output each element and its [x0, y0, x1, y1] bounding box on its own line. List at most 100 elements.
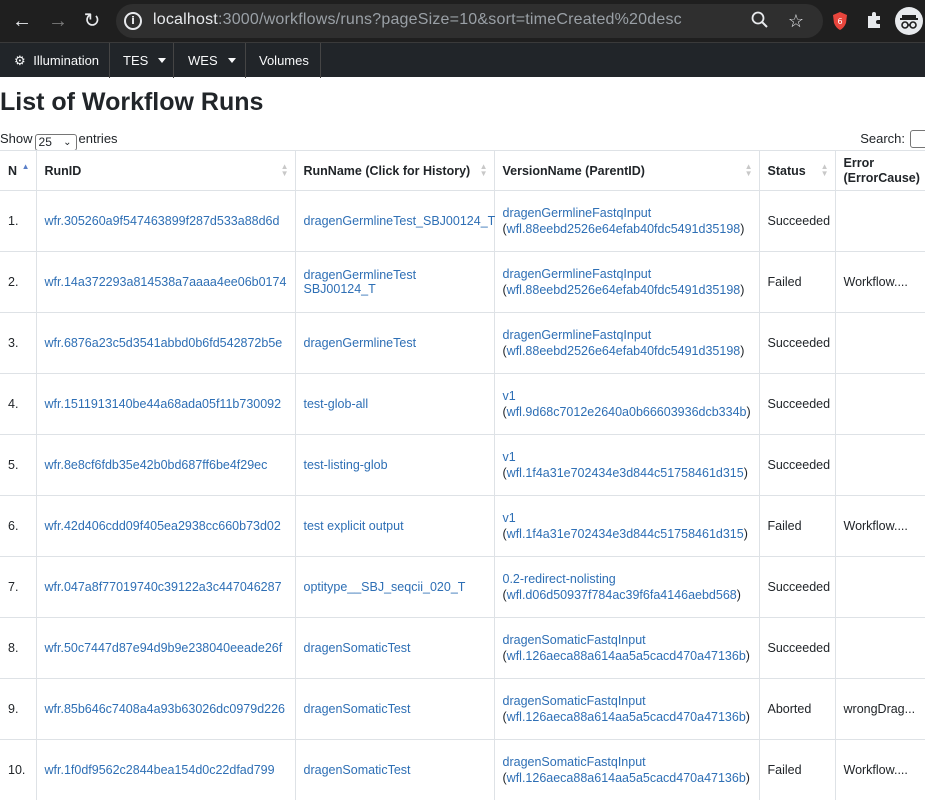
run-name-link[interactable]: dragenGermlineTest SBJ00124_T [304, 268, 417, 296]
sort-icon: ▲ ▼ [820, 162, 829, 178]
parent-id-link[interactable]: wfl.9d68c7012e2640a0b66603936dcb334b [507, 405, 747, 419]
version-name-link[interactable]: dragenSomaticFastqInput [503, 633, 646, 647]
column-header-label: RunName (Click for History) [303, 163, 471, 178]
run-id-link[interactable]: wfr.50c7447d87e94d9b9e238040eeade26f [45, 641, 283, 655]
error-text[interactable]: Workflow.... [844, 763, 908, 777]
version-cell: dragenGermlineFastqInput (wfl.88eebd2526e… [494, 190, 760, 252]
url-text[interactable]: localhost:3000/workflows/runs?pageSize=1… [153, 11, 682, 29]
status-text: Failed [767, 763, 802, 777]
run-id-link[interactable]: wfr.1f0df9562c2844bea154d0c22dfad799 [45, 763, 275, 777]
page-size-select[interactable]: 25 ⌄ [34, 134, 77, 151]
error-text[interactable]: Workflow.... [844, 275, 908, 289]
nav-wes-dropdown[interactable]: WES [188, 43, 236, 78]
row-number-cell: 2. [0, 251, 37, 313]
version-name-link[interactable]: v1 [503, 511, 516, 525]
run-name-cell: dragenSomaticTest [295, 739, 495, 800]
error-cell[interactable]: Workflow.... [835, 739, 925, 800]
error-cell[interactable]: Workflow.... [835, 495, 925, 557]
run-id-link[interactable]: wfr.1511913140be44a68ada05f11b730092 [45, 397, 282, 411]
parent-id-link[interactable]: wfl.126aeca88a614aa5a5cacd470a47136b [507, 771, 746, 785]
version-name-link[interactable]: dragenSomaticFastqInput [503, 755, 646, 769]
brand-label: Illumination [33, 53, 100, 68]
search-input[interactable] [910, 130, 925, 148]
status-cell: Succeeded [759, 190, 836, 252]
parent-id-link[interactable]: wfl.88eebd2526e64efab40fdc5491d35198 [507, 283, 741, 297]
row-number-cell: 9. [0, 678, 37, 740]
table-row: 8. wfr.50c7447d87e94d9b9e238040eeade26f dr… [0, 617, 925, 679]
row-number: 8. [8, 641, 19, 655]
column-header-label: RunID [44, 163, 82, 178]
run-name-link[interactable]: dragenGermlineTest [304, 336, 417, 350]
version-name-link[interactable]: dragenGermlineFastqInput [503, 267, 652, 281]
column-header-runname[interactable]: RunName (Click for History) ▲ ▼ [295, 150, 495, 191]
parent-id-link[interactable]: wfl.88eebd2526e64efab40fdc5491d35198 [507, 222, 741, 236]
nav-volumes-link[interactable]: Volumes [259, 43, 309, 78]
extensions-puzzle-icon[interactable] [863, 10, 885, 32]
zoom-icon[interactable] [749, 10, 771, 32]
run-name-link[interactable]: dragenGermlineTest_SBJ00124_T [304, 214, 496, 228]
status-text: Succeeded [767, 214, 831, 228]
version-name-link[interactable]: v1 [503, 450, 516, 464]
run-name-link[interactable]: test explicit output [304, 519, 404, 533]
error-text[interactable]: wrongDrag... [844, 702, 916, 716]
error-cell[interactable] [835, 190, 925, 252]
error-text[interactable]: Workflow.... [844, 519, 908, 533]
back-icon[interactable]: ← [10, 9, 34, 33]
version-cell: v1 (wfl.1f4a31e702434e3d844c51758461d315) [494, 434, 760, 496]
run-id-link[interactable]: wfr.14a372293a814538a7aaaa4ee06b0174 [45, 275, 287, 289]
error-cell[interactable] [835, 617, 925, 679]
column-header-runid[interactable]: RunID ▲ ▼ [36, 150, 296, 191]
parent-id-link[interactable]: wfl.d06d50937f784ac39f6fa4146aebd568 [507, 588, 737, 602]
column-header-version[interactable]: VersionName (ParentID) ▲ ▼ [494, 150, 760, 191]
incognito-profile-icon[interactable] [895, 7, 923, 35]
gear-icon: ⚙ [14, 54, 26, 69]
run-id-link[interactable]: wfr.6876a23c5d3541abbd0b6fd542872b5e [45, 336, 283, 350]
run-name-link[interactable]: test-listing-glob [304, 458, 388, 472]
status-cell: Failed [759, 495, 836, 557]
page-length-control: Show 25 ⌄ entries [0, 131, 118, 151]
column-header-status[interactable]: Status ▲ ▼ [759, 150, 836, 191]
run-id-link[interactable]: wfr.42d406cdd09f405ea2938cc660b73d02 [45, 519, 281, 533]
run-name-link[interactable]: dragenSomaticTest [304, 763, 411, 777]
nav-tes-dropdown[interactable]: TES [123, 43, 167, 78]
run-id-link[interactable]: wfr.85b646c7408a4a93b63026dc0979d226 [45, 702, 286, 716]
version-cell: dragenSomaticFastqInput (wfl.126aeca88a61… [494, 739, 760, 800]
shield-extension-icon[interactable]: 6 [829, 10, 851, 32]
version-name-link[interactable]: 0.2-redirect-nolisting [503, 572, 616, 586]
column-header-error[interactable]: Error (ErrorCause)▲▼ [835, 150, 925, 191]
error-cell[interactable]: wrongDrag... [835, 678, 925, 740]
parent-id-link[interactable]: wfl.1f4a31e702434e3d844c51758461d315 [507, 527, 744, 541]
version-name-link[interactable]: dragenGermlineFastqInput [503, 328, 652, 342]
version-name-link[interactable]: dragenSomaticFastqInput [503, 694, 646, 708]
address-bar[interactable]: i localhost:3000/workflows/runs?pageSize… [116, 4, 823, 38]
error-cell[interactable]: Workflow.... [835, 251, 925, 313]
error-cell[interactable] [835, 312, 925, 374]
version-name-link[interactable]: dragenGermlineFastqInput [503, 206, 652, 220]
row-number-cell: 5. [0, 434, 37, 496]
table-row: 4. wfr.1511913140be44a68ada05f11b730092 te… [0, 373, 925, 435]
run-id-link[interactable]: wfr.047a8f77019740c39122a3c447046287 [45, 580, 282, 594]
parent-id-link[interactable]: wfl.1f4a31e702434e3d844c51758461d315 [507, 466, 744, 480]
error-cell[interactable] [835, 373, 925, 435]
run-id-link[interactable]: wfr.8e8cf6fdb35e42b0bd687ff6be4f29ec [45, 458, 268, 472]
parent-id-link[interactable]: wfl.126aeca88a614aa5a5cacd470a47136b [507, 710, 746, 724]
brand-link[interactable]: ⚙ Illumination [14, 43, 99, 78]
reload-icon[interactable]: ↻ [80, 9, 104, 33]
run-id-link[interactable]: wfr.305260a9f547463899f287d533a88d6d [45, 214, 280, 228]
run-name-link[interactable]: test-glob-all [304, 397, 369, 411]
run-name-link[interactable]: dragenSomaticTest [304, 641, 411, 655]
run-name-link[interactable]: optitype__SBJ_seqcii_020_T [304, 580, 466, 594]
error-cell[interactable] [835, 434, 925, 496]
parent-id-link[interactable]: wfl.88eebd2526e64efab40fdc5491d35198 [507, 344, 741, 358]
site-info-icon[interactable]: i [124, 12, 142, 30]
column-header-label: VersionName (ParentID) [502, 163, 645, 178]
bookmark-star-icon[interactable]: ☆ [785, 10, 807, 32]
error-cell[interactable] [835, 556, 925, 618]
version-name-link[interactable]: v1 [503, 389, 516, 403]
run-name-link[interactable]: dragenSomaticTest [304, 702, 411, 716]
parent-id-link[interactable]: wfl.126aeca88a614aa5a5cacd470a47136b [507, 649, 746, 663]
column-header-n[interactable]: N ▲ [0, 150, 37, 191]
run-id-cell: wfr.8e8cf6fdb35e42b0bd687ff6be4f29ec [36, 434, 296, 496]
table-row: 5. wfr.8e8cf6fdb35e42b0bd687ff6be4f29ec te… [0, 434, 925, 496]
forward-icon[interactable]: → [46, 9, 70, 33]
